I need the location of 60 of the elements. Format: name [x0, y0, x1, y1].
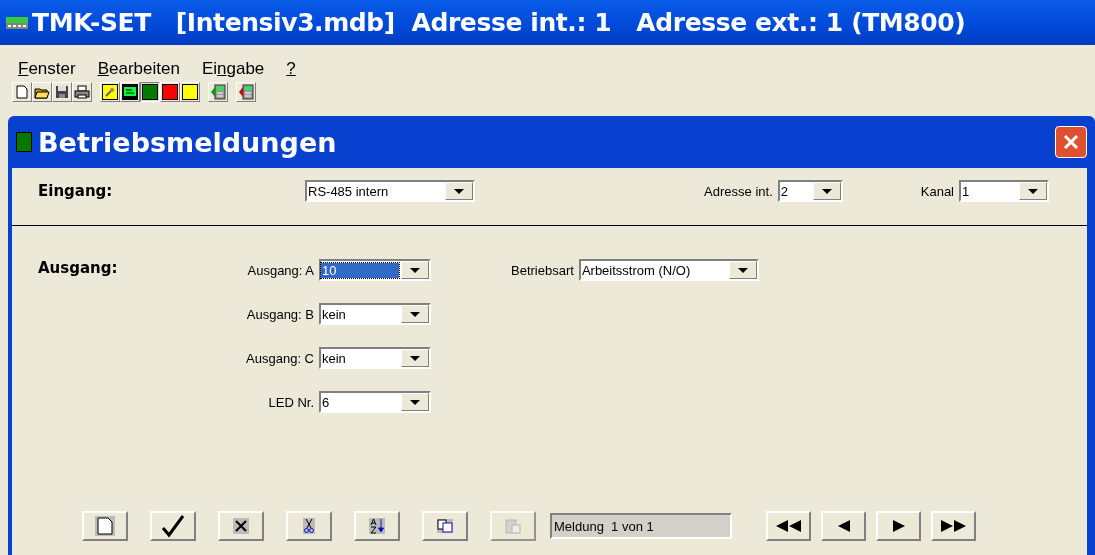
folder-icon — [34, 85, 50, 99]
field-label: Ausgang: C — [245, 350, 314, 366]
x-icon — [233, 518, 249, 534]
device-icon — [238, 84, 254, 100]
navigation-button[interactable] — [821, 511, 866, 541]
menu-item[interactable]: Fenster — [18, 59, 76, 78]
monitor-icon — [122, 84, 138, 100]
dropdown[interactable]: kein — [319, 303, 431, 325]
navigation-button[interactable] — [766, 511, 811, 541]
action-button[interactable] — [422, 511, 468, 541]
copy-icon — [437, 519, 453, 533]
field-label: Ausgang: A — [246, 262, 314, 278]
square-icon — [162, 84, 178, 100]
dropdown[interactable]: RS-485 intern — [305, 180, 475, 202]
close-button[interactable] — [1055, 126, 1087, 158]
field-label: LED Nr. — [267, 394, 314, 410]
action-button[interactable] — [354, 511, 400, 541]
dropdown[interactable]: Arbeitsstrom (N/O) — [578, 259, 759, 281]
navigation-button[interactable] — [931, 511, 976, 541]
dropdown[interactable]: kein — [319, 347, 431, 369]
action-button[interactable] — [82, 511, 128, 541]
record-counter: Meldung 1 von 1 — [550, 513, 732, 539]
action-button[interactable] — [150, 511, 196, 541]
wrench-icon — [102, 84, 118, 100]
toolbar-button[interactable] — [140, 82, 160, 102]
field-label: Betriebsart — [511, 262, 574, 278]
next-icon — [892, 520, 905, 532]
field-label: Adresse int. — [704, 183, 773, 199]
close-icon — [1063, 134, 1079, 150]
action-button[interactable] — [286, 511, 332, 541]
printer-icon — [74, 85, 90, 99]
first-record-icon — [775, 520, 802, 532]
dropdown[interactable]: 2 — [777, 180, 843, 202]
square-icon — [142, 84, 158, 100]
sort-icon — [369, 518, 385, 534]
scissors-icon — [303, 518, 315, 534]
section-heading: Ausgang: — [38, 259, 119, 277]
last-record-icon — [940, 520, 967, 532]
square-icon — [182, 84, 198, 100]
field-label: Kanal — [920, 183, 954, 199]
dialog-title: Betriebsmeldungen — [38, 126, 337, 158]
navigation-button[interactable] — [876, 511, 921, 541]
menu-item[interactable]: Eingabe — [201, 59, 265, 78]
action-button[interactable] — [218, 511, 264, 541]
dropdown[interactable]: 6 — [319, 391, 431, 413]
clipboard-icon — [505, 518, 521, 534]
window-title: TMK-SET [Intensiv3.mdb] Adresse int.: 1 Adresse ext.: 1 (TM800) — [32, 8, 966, 37]
menu-item[interactable]: ? — [286, 59, 296, 78]
square-icon — [16, 132, 32, 152]
menu-item[interactable]: Bearbeiten — [97, 59, 180, 78]
section-heading: Eingang: — [38, 182, 114, 200]
document-icon — [95, 516, 115, 536]
device-icon — [210, 84, 226, 100]
document-icon — [16, 85, 28, 99]
app-icon — [6, 16, 28, 29]
dropdown[interactable]: 1 — [959, 180, 1049, 202]
dropdown[interactable]: 10 — [319, 259, 431, 281]
checkmark-icon — [161, 514, 185, 538]
field-label: Ausgang: B — [245, 306, 314, 322]
previous-icon — [837, 520, 850, 532]
